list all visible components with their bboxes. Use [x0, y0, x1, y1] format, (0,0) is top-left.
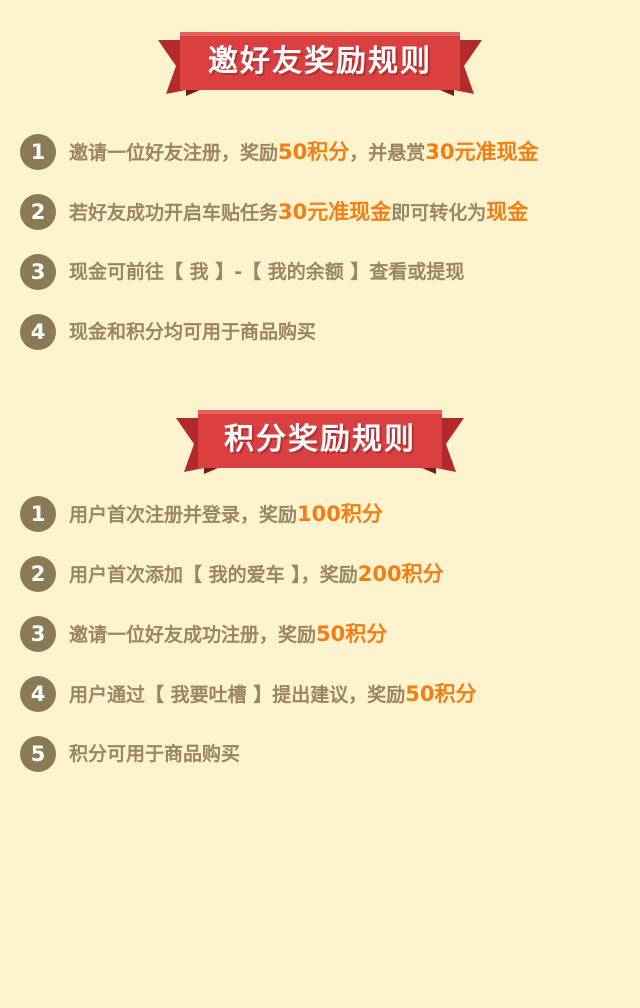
rule-text: 用户首次添加【 我的爱车 】，奖励200积分 [69, 561, 444, 586]
rule-number-badge: 5 [20, 736, 56, 772]
rule-text: 若好友成功开启车贴任务30元准现金即可转化为现金 [69, 199, 529, 224]
points-rule-5: 5 积分可用于商品购买 [20, 736, 240, 772]
points-rules-title: 积分奖励规则 [224, 422, 416, 457]
invite-rules-title: 邀好友奖励规则 [208, 44, 432, 79]
rule-number-badge: 2 [20, 556, 56, 592]
rule-text: 现金和积分均可用于商品购买 [69, 321, 317, 343]
rule-text: 邀请一位好友注册，奖励50积分，并悬赏30元准现金 [69, 139, 539, 164]
points-rule-3: 3 邀请一位好友成功注册，奖励50积分 [20, 616, 387, 652]
invite-rules-banner: 邀好友奖励规则 [156, 28, 484, 96]
rule-number-badge: 1 [20, 496, 56, 532]
rule-number-badge: 4 [20, 676, 56, 712]
rule-text: 积分可用于商品购买 [69, 743, 241, 765]
invite-rule-4: 4 现金和积分均可用于商品购买 [20, 314, 316, 350]
invite-rule-2: 2 若好友成功开启车贴任务30元准现金即可转化为现金 [20, 194, 528, 230]
rule-number-badge: 3 [20, 254, 56, 290]
points-rules-banner: 积分奖励规则 [174, 406, 466, 474]
rule-number-badge: 3 [20, 616, 56, 652]
rule-number-badge: 2 [20, 194, 56, 230]
invite-rule-1: 1 邀请一位好友注册，奖励50积分，并悬赏30元准现金 [20, 134, 539, 170]
points-rule-2: 2 用户首次添加【 我的爱车 】，奖励200积分 [20, 556, 444, 592]
invite-rule-3: 3 现金可前往【 我 】-【 我的余额 】查看或提现 [20, 254, 464, 290]
rule-number-badge: 4 [20, 314, 56, 350]
rule-text: 邀请一位好友成功注册，奖励50积分 [69, 621, 388, 646]
points-rule-4: 4 用户通过【 我要吐槽 】提出建议，奖励50积分 [20, 676, 476, 712]
rule-text: 用户首次注册并登录，奖励100积分 [69, 501, 383, 526]
rule-number-badge: 1 [20, 134, 56, 170]
rule-text: 现金可前往【 我 】-【 我的余额 】查看或提现 [69, 261, 465, 283]
points-rule-1: 1 用户首次注册并登录，奖励100积分 [20, 496, 383, 532]
rule-text: 用户通过【 我要吐槽 】提出建议，奖励50积分 [69, 681, 477, 706]
